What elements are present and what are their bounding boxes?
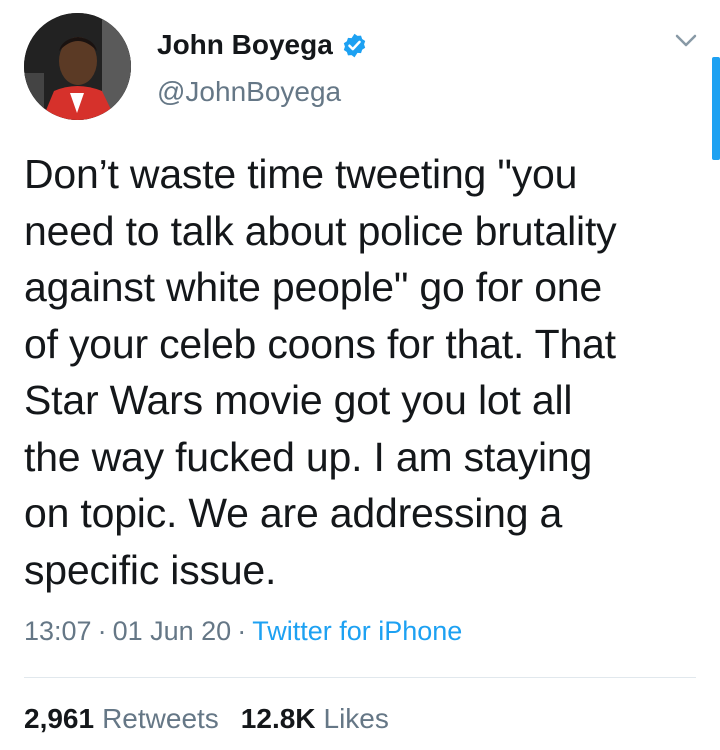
scrollbar[interactable] — [712, 57, 720, 160]
user-handle[interactable]: @JohnBoyega — [157, 76, 341, 108]
tweet-text: Don’t waste time tweeting "you need to t… — [24, 151, 617, 593]
user-name[interactable]: John Boyega — [157, 29, 333, 61]
divider — [24, 677, 696, 678]
tweet-time: 13:07 — [24, 616, 92, 646]
avatar[interactable] — [24, 13, 131, 120]
tweet-meta: 13:07 · 01 Jun 20 · Twitter for iPhone — [24, 616, 462, 647]
meta-separator: · — [237, 616, 247, 646]
retweets-stat[interactable]: 2,961 Retweets — [24, 703, 219, 735]
likes-label: Likes — [323, 703, 389, 734]
tweet-source-link[interactable]: Twitter for iPhone — [252, 616, 462, 647]
likes-count: 12.8K — [240, 703, 316, 734]
tweet-date: 01 Jun 20 — [112, 616, 232, 646]
meta-separator: · — [97, 616, 107, 646]
retweets-count: 2,961 — [24, 703, 95, 734]
retweets-label: Retweets — [102, 703, 219, 734]
likes-stat[interactable]: 12.8K Likes — [241, 703, 389, 735]
chevron-down-icon[interactable] — [672, 30, 700, 52]
profile-photo — [24, 13, 131, 120]
verified-badge-icon — [341, 32, 368, 59]
tweet-stats: 2,961 Retweets 12.8K Likes — [24, 703, 411, 735]
user-name-row: John Boyega — [157, 28, 368, 62]
